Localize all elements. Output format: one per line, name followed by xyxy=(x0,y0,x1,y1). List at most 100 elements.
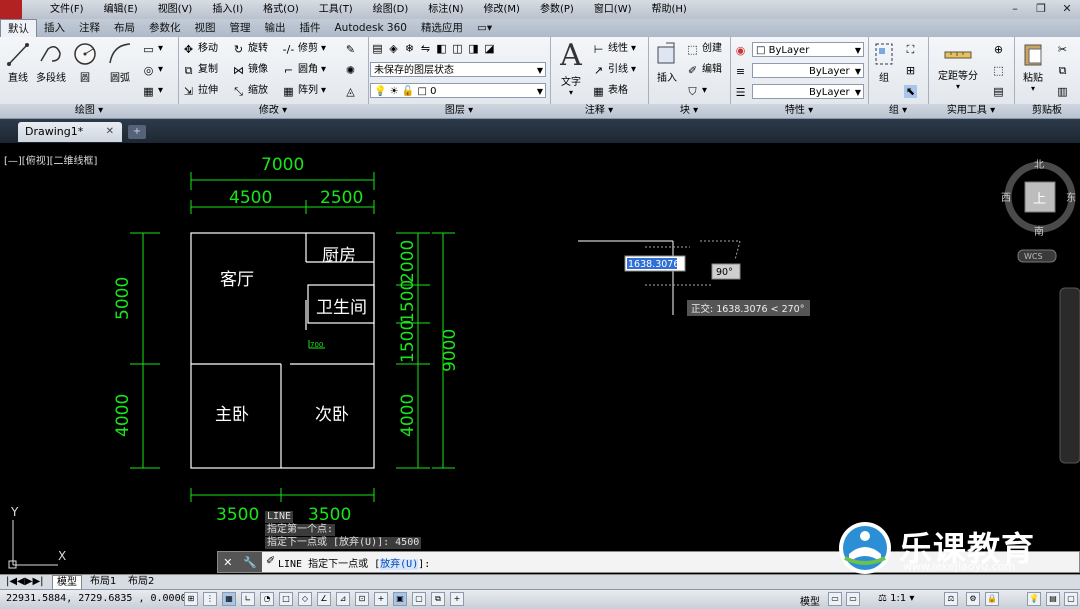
menu-parametric[interactable]: 参数(P) xyxy=(530,2,584,17)
color-select[interactable]: □ ByLayer ▼ xyxy=(752,42,864,57)
erase-button[interactable]: ✎ xyxy=(344,40,357,58)
annotation-visibility-icon[interactable]: ⚖ xyxy=(944,592,958,606)
annotation-panel-title[interactable]: 注释 ▾ xyxy=(550,104,648,118)
hatch-button[interactable]: ▦ ▾ xyxy=(142,82,163,100)
command-prompt[interactable]: LINE 指定下一点或 [放弃(U)]: xyxy=(278,555,430,570)
match-clip-icon[interactable]: ▥ xyxy=(1056,82,1069,100)
lineweight-toggle-icon[interactable]: + xyxy=(374,592,388,606)
tab-featured-apps[interactable]: 精选应用 xyxy=(414,19,470,37)
menu-insert[interactable]: 插入(I) xyxy=(202,2,253,17)
tab-insert[interactable]: 插入 xyxy=(37,19,72,37)
tab-layout1[interactable]: 布局1 xyxy=(86,575,120,589)
menu-draw[interactable]: 绘图(D) xyxy=(363,2,419,17)
clean-screen-icon[interactable]: ▢ xyxy=(1064,592,1078,606)
menu-dimension[interactable]: 标注(N) xyxy=(418,2,473,17)
rotate-button[interactable]: ↻ 旋转 xyxy=(232,40,268,58)
autocad-logo-icon[interactable] xyxy=(0,0,22,19)
draw-panel-title[interactable]: 绘图 ▾ xyxy=(0,104,178,118)
menu-edit[interactable]: 编辑(E) xyxy=(94,2,148,17)
close-tab-icon[interactable]: ✕ xyxy=(106,122,114,142)
linetype-select[interactable]: ByLayer ▼ xyxy=(752,63,864,78)
snap-icon[interactable]: ⋮ xyxy=(203,592,217,606)
isolate-objects-icon[interactable]: 💡 xyxy=(1027,592,1041,606)
groups-panel-title[interactable]: 组 ▾ xyxy=(868,104,928,118)
quick-view-layouts-icon[interactable]: ▭ xyxy=(828,592,842,606)
copy-clip-icon[interactable]: ⧉ xyxy=(1056,61,1069,79)
tab-default[interactable]: 默认 xyxy=(0,19,37,37)
menu-view[interactable]: 视图(V) xyxy=(148,2,203,17)
ellipse-button[interactable]: ◎ ▾ xyxy=(142,61,163,79)
group-button[interactable]: 组 xyxy=(872,41,896,84)
menu-help[interactable]: 帮助(H) xyxy=(642,2,697,17)
polar-icon[interactable]: ◔ xyxy=(260,592,274,606)
array-button[interactable]: ▦ 阵列 ▾ xyxy=(282,82,326,100)
utilities-panel-title[interactable]: 实用工具 ▾ xyxy=(928,104,1014,118)
layer-tools-row[interactable]: ▤ ◈ ❄ ⇋ ◧ ◫ ◨ ◪ xyxy=(372,39,497,57)
ducs-icon[interactable]: ⊿ xyxy=(336,592,350,606)
layer-state-select[interactable]: 未保存的图层状态 ▼ xyxy=(370,62,546,77)
grid-icon[interactable]: ▦ xyxy=(222,592,236,606)
viewport-controls[interactable]: [—][俯视][二维线框] xyxy=(4,152,97,167)
stretch-button[interactable]: ⇲ 拉伸 xyxy=(182,82,218,100)
line-button[interactable]: 直线 xyxy=(4,41,32,84)
coordinate-readout[interactable]: 22931.5884, 2729.6835 , 0.0000 xyxy=(6,593,187,604)
hardware-acceleration-icon[interactable]: ▤ xyxy=(1046,592,1060,606)
tab-output[interactable]: 输出 xyxy=(258,19,293,37)
tab-view[interactable]: 视图 xyxy=(188,19,223,37)
arc-button[interactable]: 圆弧 xyxy=(104,41,136,84)
dyn-icon[interactable]: ⊡ xyxy=(355,592,369,606)
create-block-button[interactable]: ⬚ 创建 xyxy=(686,40,722,58)
drawing-canvas[interactable] xyxy=(0,143,1080,573)
attribute-button[interactable]: ⛉ ▾ xyxy=(686,82,707,100)
layer-select[interactable]: 💡 ☀ 🔓 □ 0 ▼ xyxy=(370,83,546,98)
restore-icon[interactable]: ❐ xyxy=(1028,0,1054,18)
tab-autodesk-360[interactable]: Autodesk 360 xyxy=(328,19,414,37)
move-button[interactable]: ✥ 移动 xyxy=(182,40,218,58)
table-button[interactable]: ▦ 表格 xyxy=(592,82,628,100)
modify-panel-title[interactable]: 修改 ▾ xyxy=(178,104,368,118)
measure-button[interactable]: 定距等分 ▾ xyxy=(932,43,984,91)
annotation-scale[interactable]: ⚖ 1:1 ▾ xyxy=(878,593,914,604)
tab-layout[interactable]: 布局 xyxy=(107,19,142,37)
infer-constraints-icon[interactable]: ⊞ xyxy=(184,592,198,606)
quick-select-icon[interactable]: ⊕ xyxy=(992,40,1005,58)
selection-cycling-icon[interactable]: ⧉ xyxy=(431,592,445,606)
linear-dimension-button[interactable]: ⊢ 线性 ▾ xyxy=(592,40,636,58)
leader-button[interactable]: ↗ 引线 ▾ xyxy=(592,61,636,79)
menu-format[interactable]: 格式(O) xyxy=(253,2,309,17)
paste-button[interactable]: 粘贴 ▾ xyxy=(1018,41,1048,93)
close-command-icon[interactable]: ✕ xyxy=(223,556,232,569)
tab-nav-arrows-icon[interactable]: |◀◀▶▶| xyxy=(2,575,48,589)
block-panel-title[interactable]: 块 ▾ xyxy=(648,104,730,118)
calculator-icon[interactable]: ▤ xyxy=(992,82,1005,100)
properties-panel-title[interactable]: 特性 ▾ xyxy=(730,104,868,118)
menu-tools[interactable]: 工具(T) xyxy=(309,2,363,17)
lineweight-select[interactable]: ByLayer ▼ xyxy=(752,84,864,99)
group-edit-icon[interactable]: ⊞ xyxy=(904,61,917,79)
menu-window[interactable]: 窗口(W) xyxy=(584,2,642,17)
tab-layout2[interactable]: 布局2 xyxy=(124,575,158,589)
ungroup-icon[interactable]: ⛶ xyxy=(904,40,917,58)
customize-wrench-icon[interactable]: 🔧 xyxy=(243,556,257,569)
fillet-button[interactable]: ⌐ 圆角 ▾ xyxy=(282,61,326,79)
ortho-icon[interactable]: ∟ xyxy=(241,592,255,606)
tab-annotate[interactable]: 注释 xyxy=(72,19,107,37)
otrack-icon[interactable]: ∠ xyxy=(317,592,331,606)
select-all-icon[interactable]: ⬚ xyxy=(992,61,1005,79)
quick-view-drawings-icon[interactable]: ▭ xyxy=(846,592,860,606)
circle-button[interactable]: 圆 xyxy=(70,41,100,84)
copy-button[interactable]: ⧉ 复制 xyxy=(182,61,218,79)
minimize-icon[interactable]: – xyxy=(1002,0,1028,18)
polyline-button[interactable]: 多段线 xyxy=(34,41,68,84)
rectangle-button[interactable]: ▭ ▾ xyxy=(142,40,163,58)
3d-osnap-icon[interactable]: ◇ xyxy=(298,592,312,606)
lock-icon[interactable]: 🔒 xyxy=(985,592,999,606)
group-select-icon[interactable]: ⬉ xyxy=(904,82,917,100)
ribbon-toggle-icon[interactable]: ▭▾ xyxy=(470,19,499,37)
transparency-icon[interactable]: ▣ xyxy=(393,592,407,606)
layers-panel-title[interactable]: 图层 ▾ xyxy=(368,104,550,118)
trim-button[interactable]: -/- 修剪 ▾ xyxy=(282,40,326,58)
tab-plugins[interactable]: 插件 xyxy=(293,19,328,37)
mirror-button[interactable]: ⋈ 镜像 xyxy=(232,61,268,79)
edit-block-button[interactable]: ✐ 编辑 xyxy=(686,61,722,79)
